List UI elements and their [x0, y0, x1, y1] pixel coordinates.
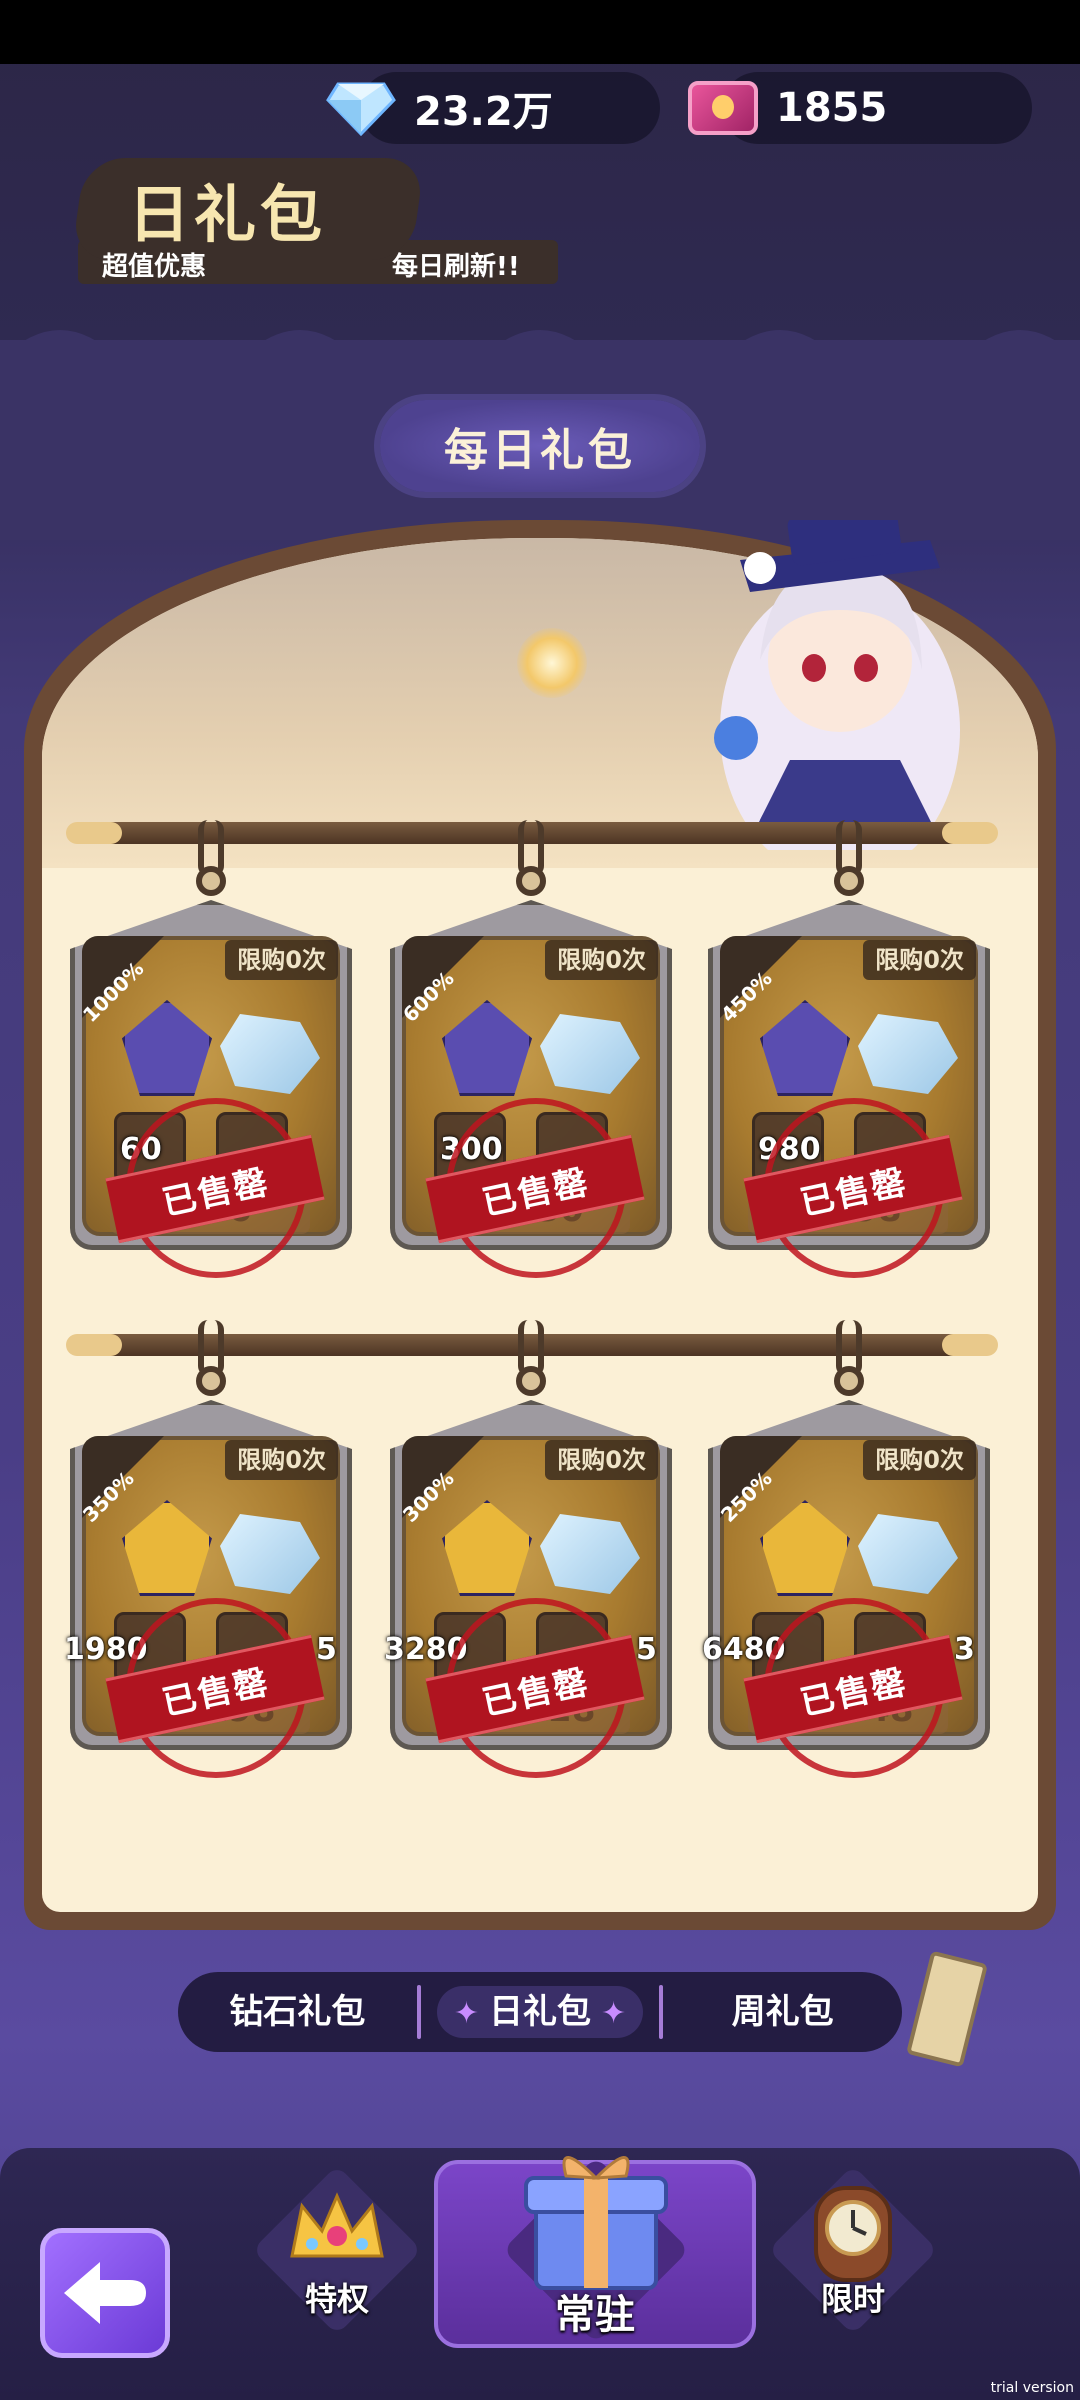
tab-weekly-pack[interactable]: 周礼包: [663, 1972, 902, 2052]
ticket-icon: [688, 81, 758, 135]
page-title: 每日礼包: [380, 400, 700, 492]
diamond-currency: 23.2万: [326, 72, 660, 144]
ticket-currency: 1855: [688, 72, 1032, 144]
clock-icon: [814, 2186, 892, 2282]
pack-purchase-limit: 限购0次: [863, 940, 976, 980]
character-mascot: [714, 520, 960, 850]
tag-ring: [196, 1366, 226, 1396]
nav-label: 特权: [304, 2280, 369, 2318]
crown-icon: [290, 2192, 384, 2258]
back-button[interactable]: [40, 2228, 170, 2358]
banner-subtitle-left: 超值优惠: [102, 252, 207, 282]
item-slot-count: 5: [636, 1632, 657, 1667]
ticket-count: 1855: [776, 85, 888, 131]
pack-card[interactable]: 250% 限购0次 6480 3 648 已售罄: [702, 1320, 990, 1778]
gift-box-icon: [524, 2156, 668, 2290]
crystal-item-icon: [752, 992, 872, 1102]
watermark: trial version: [990, 2380, 1074, 2396]
pack-purchase-limit: 限购0次: [225, 1440, 338, 1480]
nav-regular[interactable]: 常驻: [434, 2156, 756, 2348]
feather-icon: [752, 1492, 872, 1602]
tab-daily-pack[interactable]: ✦ 日礼包 ✦: [421, 1972, 660, 2052]
item-slot-count: 3: [954, 1632, 975, 1667]
pack-purchase-limit: 限购0次: [545, 1440, 658, 1480]
pack-purchase-limit: 限购0次: [225, 940, 338, 980]
tag-ring: [834, 1366, 864, 1396]
pack-card[interactable]: 1000% 限购0次 60 6 已售罄: [70, 820, 352, 1278]
diamond-icon: [326, 82, 396, 136]
tag-ring: [834, 866, 864, 896]
feather-icon: [114, 1492, 234, 1602]
tag-icon[interactable]: [906, 1950, 988, 2068]
nav-label: 常驻: [555, 2292, 635, 2338]
tag-ring: [516, 1366, 546, 1396]
feather-icon: [434, 1492, 554, 1602]
pack-card[interactable]: 450% 限购0次 980 98 已售罄: [708, 820, 990, 1278]
tab-diamond-pack[interactable]: 钻石礼包: [178, 1972, 417, 2052]
banner-subtitle-right: 每日刷新!!: [392, 252, 520, 282]
tag-ring: [516, 866, 546, 896]
tag-ring: [196, 866, 226, 896]
nav-limited[interactable]: 限时: [768, 2165, 938, 2335]
crystal-item-icon: [114, 992, 234, 1102]
nav-label: 限时: [820, 2280, 885, 2318]
crystal-item-icon: [434, 992, 554, 1102]
pack-tabs: 钻石礼包 ✦ 日礼包 ✦ 周礼包: [178, 1972, 902, 2052]
status-bar: [0, 0, 1080, 64]
lamp-icon: [517, 628, 587, 698]
sold-out-label: 已售罄: [158, 1661, 273, 1724]
sold-out-label: 已售罄: [478, 1661, 593, 1724]
sold-out-label: 已售罄: [796, 1161, 911, 1224]
sold-out-label: 已售罄: [796, 1661, 911, 1724]
sold-out-label: 已售罄: [158, 1161, 273, 1224]
pack-card[interactable]: 350% 限购0次 1980 5 198 已售罄: [64, 1320, 352, 1778]
pack-purchase-limit: 限购0次: [863, 1440, 976, 1480]
banner-title: 日礼包: [128, 178, 327, 251]
pack-card[interactable]: 300% 限购0次 3280 5 328 已售罄: [384, 1320, 672, 1778]
sparkle-icon: ✦: [601, 1996, 627, 2031]
sold-out-label: 已售罄: [478, 1161, 593, 1224]
nav-privilege[interactable]: 特权: [252, 2165, 422, 2335]
sparkle-icon: ✦: [453, 1996, 479, 2031]
pack-card[interactable]: 600% 限购0次 300 30 已售罄: [390, 820, 672, 1278]
pack-purchase-limit: 限购0次: [545, 940, 658, 980]
diamond-count: 23.2万: [414, 89, 553, 135]
back-arrow-icon: [64, 2262, 146, 2324]
item-slot-count: 5: [316, 1632, 337, 1667]
crystal-ball-icon: [714, 716, 758, 760]
